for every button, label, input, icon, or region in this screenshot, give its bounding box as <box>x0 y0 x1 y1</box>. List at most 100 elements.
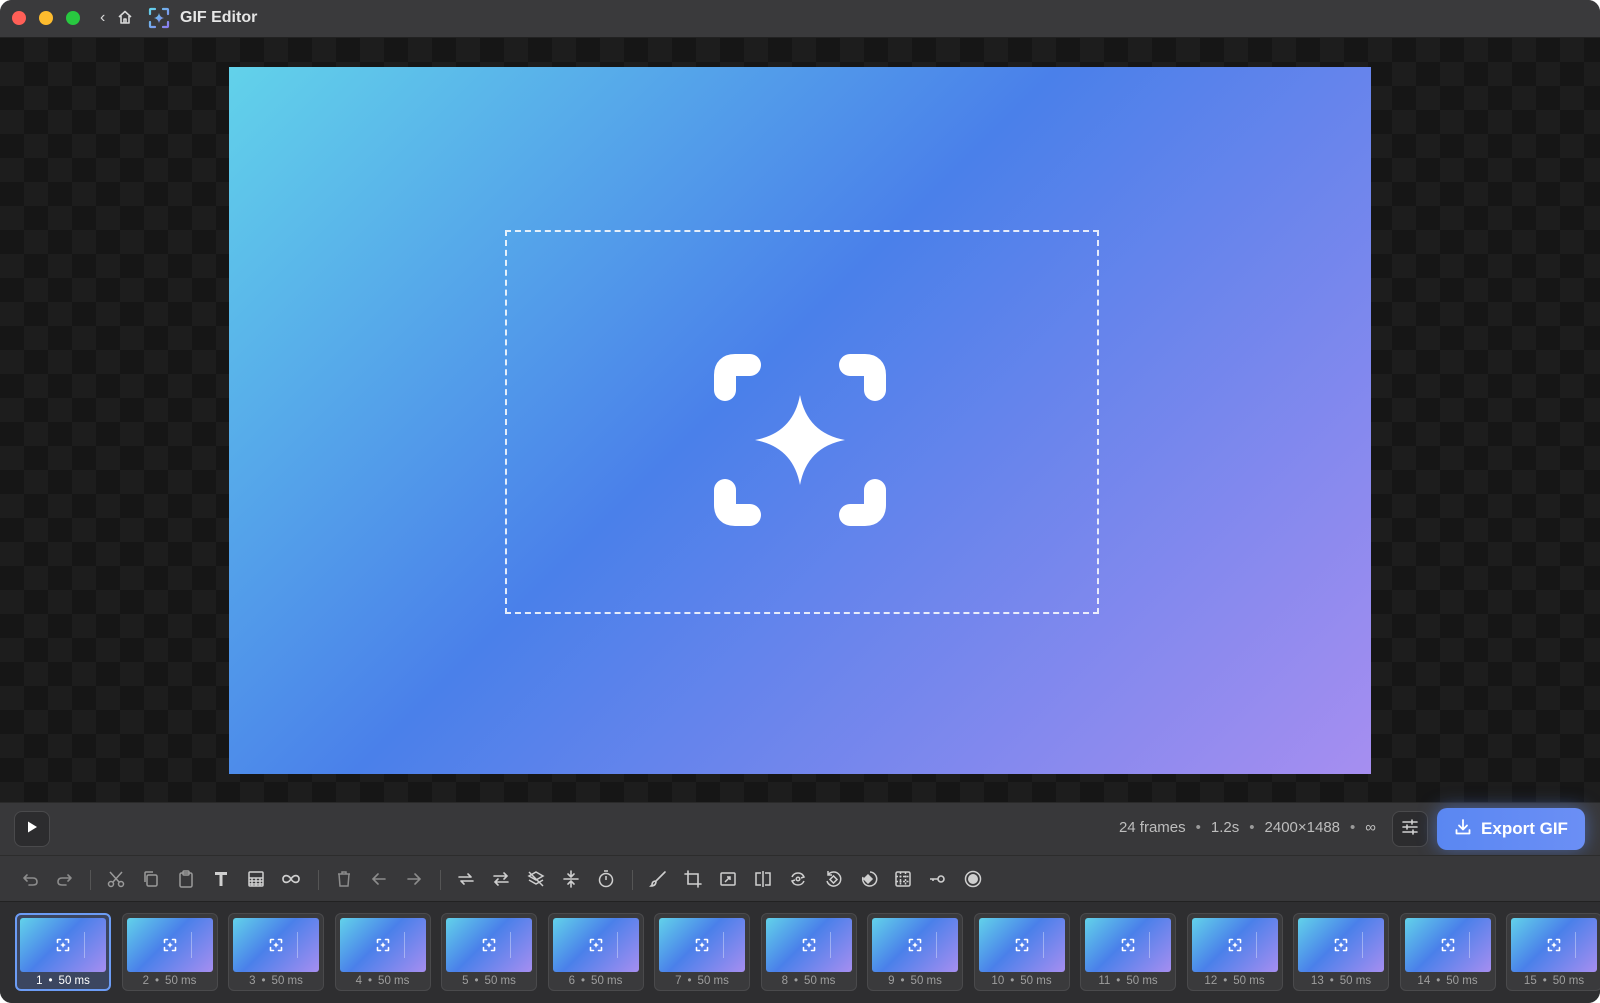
frame-thumbnail-image <box>552 918 639 972</box>
arrow-left-icon[interactable] <box>367 867 391 891</box>
swap-icon[interactable] <box>454 867 478 891</box>
frame-number: 10 <box>991 975 1005 987</box>
repeat-icon[interactable] <box>489 867 513 891</box>
eraser-icon[interactable] <box>856 867 880 891</box>
zoom-window-button[interactable] <box>66 11 80 25</box>
key-icon[interactable] <box>926 867 950 891</box>
frame-separator: • <box>581 975 586 987</box>
frame-thumbnail-image <box>339 918 426 972</box>
play-button[interactable] <box>14 811 50 847</box>
dimensions: 2400×1488 <box>1264 819 1341 836</box>
compress-icon[interactable] <box>559 867 583 891</box>
brush-icon[interactable] <box>646 867 670 891</box>
frame-separator: • <box>474 975 479 987</box>
minimize-window-button[interactable] <box>39 11 53 25</box>
trash-icon[interactable] <box>332 867 356 891</box>
redo-icon[interactable] <box>53 867 77 891</box>
settings-button[interactable] <box>1392 811 1428 847</box>
text-icon[interactable] <box>209 867 233 891</box>
frame-label: 3 • 50 ms <box>229 975 323 987</box>
home-icon[interactable] <box>117 9 133 30</box>
crop-icon[interactable] <box>681 867 705 891</box>
frame-thumbnail[interactable]: 11 • 50 ms <box>1080 913 1176 991</box>
chevron-left-icon[interactable]: ‹ <box>100 9 105 27</box>
frame-thumbnail[interactable]: 5 • 50 ms <box>441 913 537 991</box>
frame-thumbnail[interactable]: 12 • 50 ms <box>1186 913 1283 991</box>
frame-thumbnail-image <box>1085 918 1171 972</box>
frame-thumbnail[interactable]: 13 • 50 ms <box>1293 913 1389 991</box>
frame-separator: • <box>794 975 799 987</box>
capture-sparkle-icon <box>908 938 922 957</box>
capture-sparkle-icon <box>163 938 177 957</box>
clipboard-icon[interactable] <box>174 867 198 891</box>
frame-separator: • <box>1329 975 1334 987</box>
frame-delay: 50 ms <box>1126 975 1158 987</box>
frame-delay: 50 ms <box>591 975 623 987</box>
frame-preview[interactable] <box>229 67 1371 774</box>
loop-indicator: ∞ <box>1365 819 1376 836</box>
capture-sparkle-icon <box>1441 938 1455 957</box>
frame-number: 5 <box>462 975 469 987</box>
frame-thumbnail-image <box>1298 918 1384 972</box>
frame-thumbnail[interactable]: 9 • 50 ms <box>867 913 963 991</box>
export-label: Export GIF <box>1481 819 1568 838</box>
frame-thumbnail[interactable]: 6 • 50 ms <box>547 913 644 991</box>
capture-sparkle-icon <box>148 7 170 34</box>
frame-thumbnail-image <box>1511 918 1597 972</box>
frame-thumbnail[interactable]: 4 • 50 ms <box>334 913 431 991</box>
flip-icon[interactable] <box>751 867 775 891</box>
copy-icon[interactable] <box>139 867 163 891</box>
frame-number: 1 <box>36 975 43 987</box>
frame-thumbnail[interactable]: 14 • 50 ms <box>1399 913 1496 991</box>
frame-label: 7 • 50 ms <box>655 975 749 987</box>
infinity-icon[interactable] <box>279 867 303 891</box>
grid-icon[interactable] <box>891 867 915 891</box>
frame-thumbnail[interactable]: 1 • 50 ms <box>15 913 111 991</box>
frame-label: 13 • 50 ms <box>1294 975 1388 987</box>
close-window-button[interactable] <box>12 11 26 25</box>
frame-separator: • <box>1223 975 1228 987</box>
layers-off-icon[interactable] <box>524 867 548 891</box>
rotate-left-icon[interactable] <box>821 867 845 891</box>
frame-thumbnail-image <box>1191 918 1278 972</box>
playback-bar: 24 frames • 1.2s • 2400×1488 • ∞ Export … <box>0 802 1600 855</box>
pattern-icon[interactable] <box>244 867 268 891</box>
frame-label: 6 • 50 ms <box>549 975 643 987</box>
resize-icon[interactable] <box>716 867 740 891</box>
frame-delay: 50 ms <box>165 975 197 987</box>
frame-delay: 50 ms <box>1233 975 1265 987</box>
capture-sparkle-icon <box>482 938 496 957</box>
undo-icon[interactable] <box>18 867 42 891</box>
scissors-icon[interactable] <box>104 867 128 891</box>
frame-thumbnail[interactable]: 10 • 50 ms <box>973 913 1070 991</box>
frame-thumbnail[interactable]: 8 • 50 ms <box>760 913 857 991</box>
frame-thumbnail[interactable]: 3 • 50 ms <box>228 913 324 991</box>
timer-icon[interactable] <box>594 867 618 891</box>
frame-number: 15 <box>1523 975 1537 987</box>
frame-number: 3 <box>249 975 256 987</box>
arrow-right-icon[interactable] <box>402 867 426 891</box>
title-bar: ‹ GIF Editor <box>0 0 1600 38</box>
frame-thumbnail[interactable]: 2 • 50 ms <box>121 913 218 991</box>
record-icon[interactable] <box>961 867 985 891</box>
canvas-stage <box>0 38 1600 802</box>
frame-delay: 50 ms <box>58 975 90 987</box>
frame-delay: 50 ms <box>1020 975 1052 987</box>
rotate-icon[interactable] <box>786 867 810 891</box>
frame-thumbnail[interactable]: 7 • 50 ms <box>654 913 750 991</box>
frame-thumbnail-image <box>1404 918 1491 972</box>
frame-thumbnail[interactable]: 15 • 50 ms <box>1506 913 1600 991</box>
frame-delay: 50 ms <box>378 975 410 987</box>
capture-sparkle-icon <box>589 938 603 957</box>
frame-thumbnail-image <box>126 918 213 972</box>
frame-number: 4 <box>355 975 363 987</box>
sliders-icon <box>1401 818 1419 841</box>
frame-label: 1 • 50 ms <box>17 975 109 987</box>
frame-separator: • <box>687 975 692 987</box>
frame-delay: 50 ms <box>1339 975 1372 987</box>
frame-count: 24 frames <box>1118 819 1186 836</box>
capture-sparkle-icon <box>802 938 816 957</box>
frame-thumbnail-image <box>20 918 106 972</box>
gif-editor-window: ‹ GIF Editor 24 frames • 1.2s • 2400×148… <box>0 0 1600 1003</box>
export-gif-button[interactable]: Export GIF <box>1437 808 1585 850</box>
